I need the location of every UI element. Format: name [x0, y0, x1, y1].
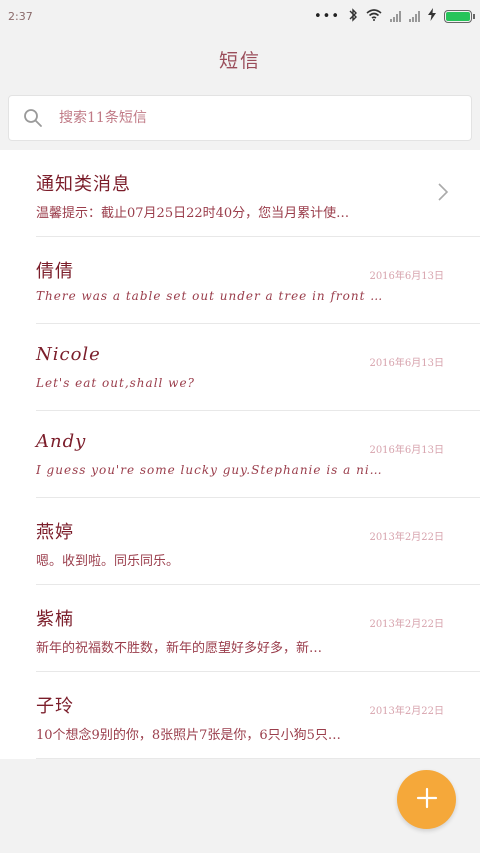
conversation-item[interactable]: 燕婷 2013年2月22日 嗯。收到啦。同乐同乐。 [0, 498, 480, 585]
conversation-name: 通知类消息 [36, 174, 131, 195]
conversation-preview: 新年的祝福数不胜数，新年的愿望好多好多，新… [36, 641, 323, 656]
search-input[interactable] [57, 109, 441, 127]
chevron-right-icon [436, 180, 450, 204]
more-notifications-icon: ••• [313, 8, 340, 24]
conversation-name: 燕婷 [36, 522, 74, 543]
page-title: 短信 [218, 49, 261, 72]
conversation-item[interactable]: Andy 2016年6月13日 I guess you're some luck… [0, 411, 480, 498]
signal-icon-1 [390, 10, 401, 22]
conversation-list: 通知类消息 温馨提示：截止07月25日22时40分，您当月累计使… 倩倩 201… [0, 150, 480, 759]
status-bar: 2:37 ••• [0, 0, 480, 32]
conversation-item[interactable]: Nicole 2016年6月13日 Let's eat out,shall we… [0, 324, 480, 411]
conversation-date: 2016年6月13日 [369, 445, 444, 456]
new-message-button[interactable] [397, 770, 456, 829]
conversation-date: 2013年2月22日 [369, 706, 444, 717]
plus-icon [416, 787, 438, 813]
charging-icon [428, 8, 436, 24]
search-bar[interactable] [8, 95, 472, 141]
conversation-name: Nicole [36, 344, 101, 365]
conversation-preview: There was a table set out under a tree i… [36, 289, 386, 303]
conversation-item[interactable]: 子玲 2013年2月22日 10个想念9别的你，8张照片7张是你，6只小狗5只… [0, 672, 480, 759]
battery-icon [444, 9, 475, 23]
title-bar: 短信 [0, 32, 480, 86]
conversation-preview: 10个想念9别的你，8张照片7张是你，6只小狗5只… [36, 728, 341, 743]
conversation-name: 子玲 [36, 696, 74, 717]
status-icons: ••• [313, 7, 475, 25]
conversation-date: 2013年2月22日 [369, 532, 444, 543]
conversation-item-notifications[interactable]: 通知类消息 温馨提示：截止07月25日22时40分，您当月累计使… [0, 150, 480, 237]
conversation-item[interactable]: 紫楠 2013年2月22日 新年的祝福数不胜数，新年的愿望好多好多，新… [0, 585, 480, 672]
wifi-icon [366, 8, 382, 24]
conversation-date: 2016年6月13日 [369, 358, 444, 369]
conversation-preview: Let's eat out,shall we? [36, 376, 195, 390]
conversation-preview: 嗯。收到啦。同乐同乐。 [36, 554, 180, 569]
conversation-date: 2013年2月22日 [369, 619, 444, 630]
status-time: 2:37 [8, 9, 33, 23]
divider [36, 758, 480, 759]
signal-icon-2 [409, 10, 420, 22]
search-icon [23, 108, 43, 128]
conversation-name: 紫楠 [36, 609, 74, 630]
bluetooth-icon [348, 7, 358, 25]
conversation-name: 倩倩 [36, 261, 74, 282]
conversation-item[interactable]: 倩倩 2016年6月13日 There was a table set out … [0, 237, 480, 324]
conversation-date: 2016年6月13日 [369, 271, 444, 282]
conversation-name: Andy [36, 431, 87, 452]
conversation-preview: 温馨提示：截止07月25日22时40分，您当月累计使… [36, 206, 350, 221]
conversation-preview: I guess you're some lucky guy.Stephanie … [36, 463, 386, 477]
screen: 2:37 ••• 短信 搜索11条短信 通知类消息 温馨提示：截止07月25日2… [0, 0, 480, 853]
